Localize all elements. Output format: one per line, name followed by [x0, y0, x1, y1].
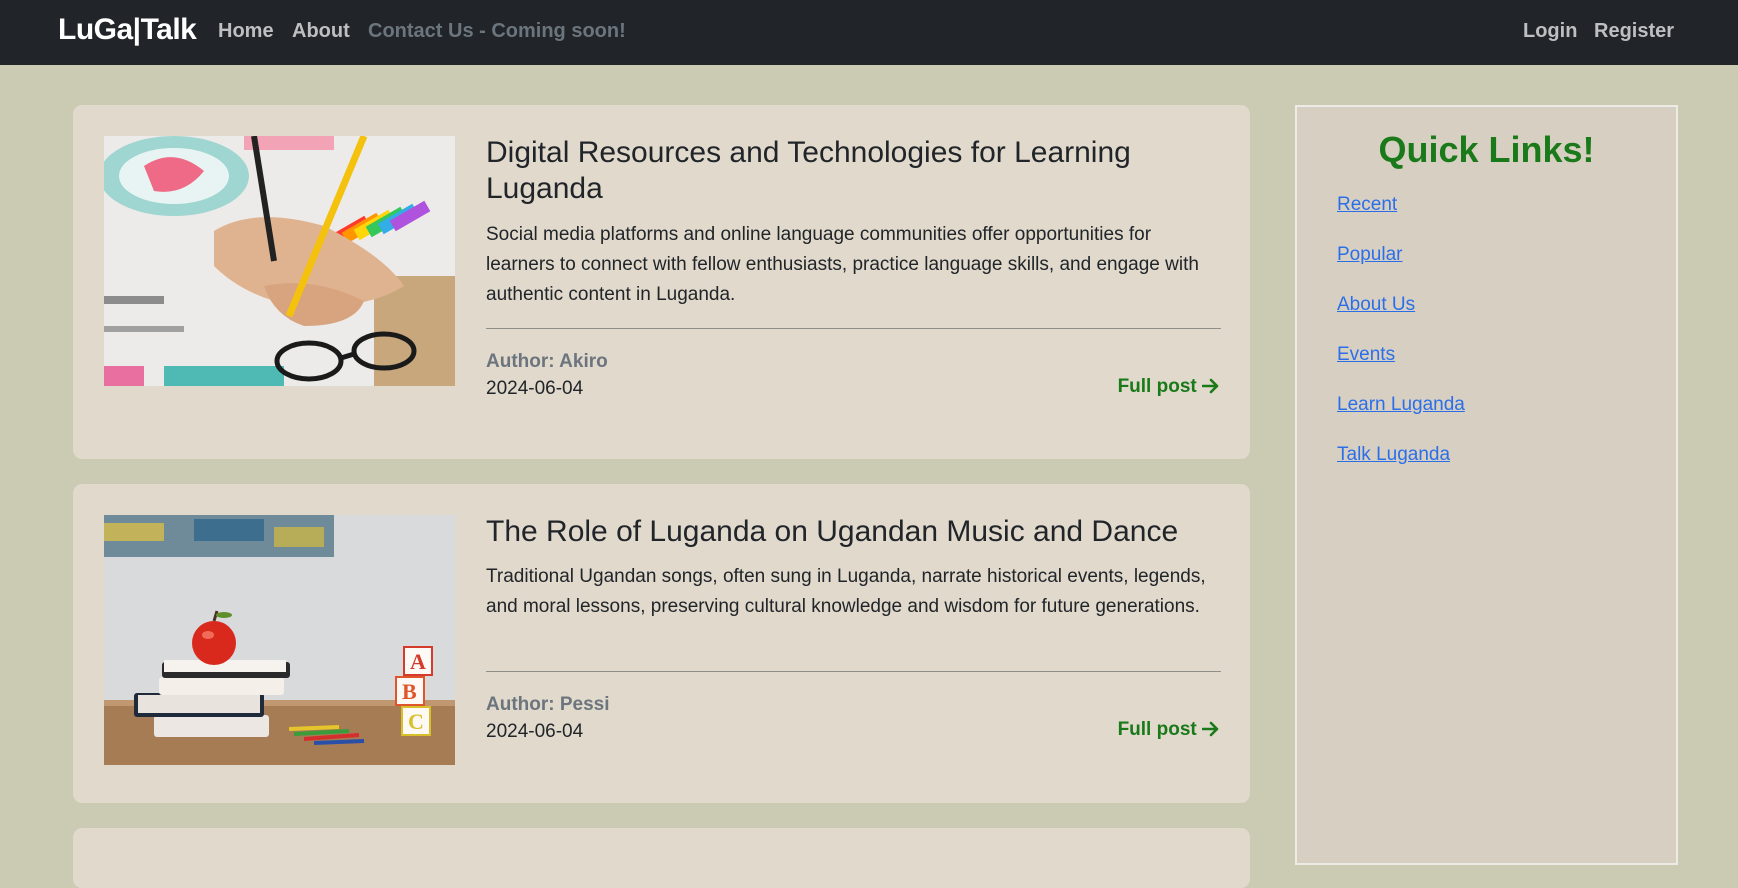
quick-link-events[interactable]: Events — [1337, 344, 1395, 366]
svg-text:A: A — [410, 649, 426, 674]
post-card: Digital Resources and Technologies for L… — [73, 105, 1250, 459]
post-excerpt: Traditional Ugandan songs, often sung in… — [486, 566, 1206, 617]
quick-link-learn-luganda[interactable]: Learn Luganda — [1337, 394, 1465, 416]
post-image-writing — [104, 136, 455, 386]
quick-link-about-us[interactable]: About Us — [1337, 294, 1415, 316]
svg-text:C: C — [408, 709, 424, 734]
post-date: 2024-06-04 — [486, 378, 584, 399]
quick-links-sidebar: Quick Links! Recent Popular About Us Eve… — [1295, 105, 1678, 865]
full-post-label: Full post — [1117, 376, 1197, 397]
post-card — [73, 828, 1250, 888]
sidebar-title: Quick Links! — [1378, 129, 1595, 170]
post-date: 2024-06-04 — [486, 721, 584, 742]
svg-text:B: B — [402, 679, 417, 704]
arrow-right-icon — [1201, 376, 1220, 397]
post-title[interactable]: Digital Resources and Technologies for L… — [486, 135, 1221, 207]
quick-link-popular[interactable]: Popular — [1337, 244, 1403, 266]
register-link[interactable]: Register — [1594, 20, 1674, 43]
full-post-link[interactable]: Full post — [1118, 719, 1220, 741]
quick-link-recent[interactable]: Recent — [1337, 194, 1397, 216]
brand-logo[interactable]: LuGa|Talk — [58, 13, 197, 47]
nav-home-link[interactable]: Home — [218, 20, 274, 43]
arrow-right-icon — [1201, 719, 1220, 740]
login-link[interactable]: Login — [1523, 20, 1577, 43]
quick-link-talk-luganda[interactable]: Talk Luganda — [1337, 444, 1450, 466]
full-post-link[interactable]: Full post — [1118, 376, 1220, 398]
navbar: LuGa|Talk Home About Contact Us - Coming… — [0, 0, 1738, 65]
post-card: A B C The Role of Luganda on Ugandan Mus… — [73, 484, 1250, 803]
full-post-label: Full post — [1117, 719, 1197, 740]
nav-about-link[interactable]: About — [292, 20, 350, 43]
post-divider — [486, 671, 1221, 672]
nav-contact-link-disabled: Contact Us - Coming soon! — [368, 20, 626, 42]
post-author: Author: Pessi — [486, 694, 610, 715]
post-divider — [486, 328, 1221, 329]
post-excerpt: Social media platforms and online langua… — [486, 224, 1199, 305]
post-image-apple-books: A B C — [104, 515, 455, 765]
post-author: Author: Akiro — [486, 351, 608, 372]
post-title[interactable]: The Role of Luganda on Ugandan Music and… — [486, 514, 1221, 550]
